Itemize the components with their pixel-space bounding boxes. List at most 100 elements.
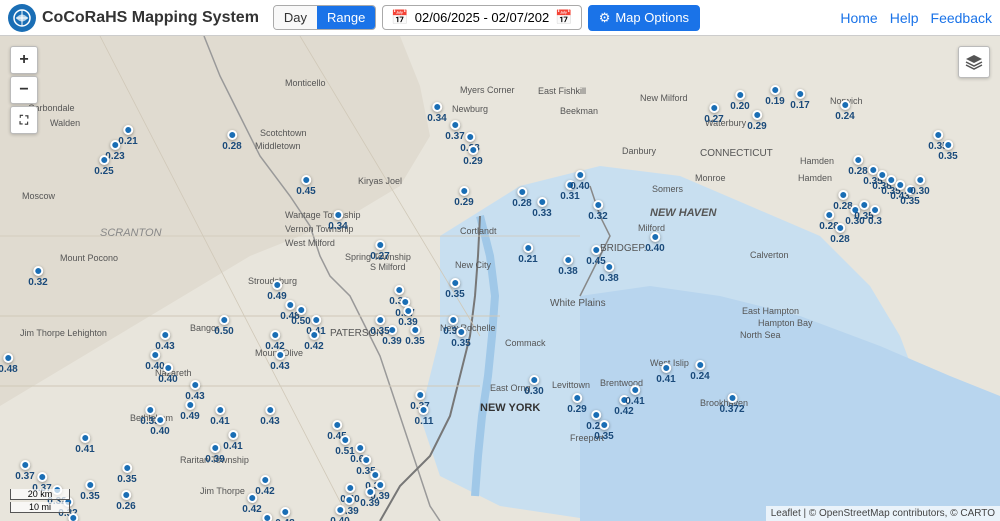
- data-point[interactable]: 0.39: [360, 487, 379, 509]
- data-point[interactable]: 0.41: [75, 433, 94, 455]
- data-point[interactable]: 0.45: [296, 175, 315, 197]
- data-point[interactable]: 0.34: [427, 102, 446, 124]
- data-point[interactable]: 0.42: [242, 493, 261, 515]
- date-range-picker[interactable]: 📅 02/06/2025 - 02/07/202 📅: [382, 5, 581, 30]
- data-point[interactable]: 0.33: [532, 197, 551, 219]
- day-button[interactable]: Day: [274, 6, 317, 29]
- data-value: 0.35: [405, 336, 424, 347]
- data-dot: [228, 430, 238, 440]
- data-point[interactable]: 0.26: [63, 513, 82, 521]
- data-point[interactable]: 0.11: [415, 405, 434, 427]
- data-point[interactable]: 0.38: [558, 255, 577, 277]
- data-point[interactable]: 0.48: [0, 353, 18, 375]
- data-point[interactable]: 0.43: [155, 330, 174, 352]
- data-dot: [80, 433, 90, 443]
- data-point[interactable]: 0.32: [28, 266, 47, 288]
- data-dot: [190, 380, 200, 390]
- data-point[interactable]: 0.27: [704, 103, 723, 125]
- data-point[interactable]: 0.29: [454, 186, 473, 208]
- zoom-out-button[interactable]: −: [10, 76, 38, 104]
- data-point[interactable]: 0.41: [210, 405, 229, 427]
- data-point[interactable]: 0.30: [524, 375, 543, 397]
- data-point[interactable]: 0.28: [512, 187, 531, 209]
- data-point[interactable]: 0.40: [150, 415, 169, 437]
- data-point[interactable]: 0.40: [330, 505, 349, 521]
- data-point[interactable]: 0.29: [567, 393, 586, 415]
- data-point[interactable]: 0.35: [938, 140, 957, 162]
- data-point[interactable]: 0.28: [222, 130, 241, 152]
- svg-text:Moscow: Moscow: [22, 191, 56, 201]
- data-dot: [448, 315, 458, 325]
- layers-button[interactable]: [958, 46, 990, 78]
- data-point[interactable]: 0.35: [117, 463, 136, 485]
- data-point[interactable]: 0.43: [185, 380, 204, 402]
- data-point[interactable]: 0.30: [910, 175, 929, 197]
- data-value: 0.27: [704, 114, 723, 125]
- svg-text:East Hampton: East Hampton: [742, 306, 799, 316]
- home-link[interactable]: Home: [840, 10, 877, 26]
- range-button[interactable]: Range: [317, 6, 375, 29]
- data-point[interactable]: 0.39: [205, 443, 224, 465]
- data-value: 0.24: [835, 111, 854, 122]
- data-point[interactable]: 0.28: [830, 223, 849, 245]
- help-link[interactable]: Help: [890, 10, 919, 26]
- data-point[interactable]: 0.35: [370, 315, 389, 337]
- fullscreen-button[interactable]: ⛶: [10, 106, 38, 134]
- data-point[interactable]: 0.43: [270, 350, 289, 372]
- data-point[interactable]: 0.35: [405, 325, 424, 347]
- data-point[interactable]: 0.35: [594, 420, 613, 442]
- data-point[interactable]: 0.42: [265, 330, 284, 352]
- data-value: 0.40: [645, 243, 664, 254]
- data-point[interactable]: 0.41: [656, 363, 675, 385]
- data-dot: [450, 120, 460, 130]
- data-point[interactable]: 0.27: [370, 240, 389, 262]
- data-point[interactable]: 0.38: [599, 262, 618, 284]
- data-point[interactable]: 0.49: [267, 280, 286, 302]
- data-point[interactable]: 0.50: [214, 315, 233, 337]
- data-point[interactable]: 0.42: [304, 330, 323, 352]
- data-point[interactable]: 0.24: [835, 100, 854, 122]
- data-dot: [575, 170, 585, 180]
- zoom-in-button[interactable]: +: [10, 46, 38, 74]
- data-point[interactable]: 0.29: [747, 110, 766, 132]
- map-container[interactable]: SCRANTON NEW HAVEN CONNECTICUT BRIDGEP..…: [0, 36, 1000, 521]
- data-dot: [943, 140, 953, 150]
- data-point[interactable]: 0.24: [690, 360, 709, 382]
- data-point[interactable]: 0.43: [260, 405, 279, 427]
- data-point[interactable]: 0.40: [158, 363, 177, 385]
- data-point[interactable]: 0.40: [570, 170, 589, 192]
- data-point[interactable]: 0.29: [463, 145, 482, 167]
- data-point[interactable]: 0.35: [451, 327, 470, 349]
- data-value: 0.34: [427, 113, 446, 124]
- data-point[interactable]: 0.35: [80, 480, 99, 502]
- svg-text:Hamden: Hamden: [798, 173, 832, 183]
- data-point[interactable]: 0.49: [180, 400, 199, 422]
- data-point[interactable]: 0.35: [445, 278, 464, 300]
- data-value: 0.19: [765, 96, 784, 107]
- data-point[interactable]: 0.40: [257, 513, 276, 521]
- data-point[interactable]: 0.20: [730, 90, 749, 112]
- feedback-link[interactable]: Feedback: [931, 10, 992, 26]
- data-point[interactable]: 0.32: [588, 200, 607, 222]
- data-point[interactable]: 0.19: [765, 85, 784, 107]
- data-point[interactable]: 0.21: [518, 243, 537, 265]
- data-point[interactable]: 0.372: [719, 393, 744, 415]
- data-point[interactable]: 0.3: [868, 205, 882, 227]
- data-value: 0.35: [594, 431, 613, 442]
- data-dot: [123, 125, 133, 135]
- data-point[interactable]: 0.40: [645, 232, 664, 254]
- data-point[interactable]: 0.48: [275, 507, 294, 521]
- data-value: 0.29: [454, 197, 473, 208]
- data-point[interactable]: 0.34: [328, 210, 347, 232]
- data-point[interactable]: 0.41: [223, 430, 242, 452]
- data-dot: [752, 110, 762, 120]
- data-point[interactable]: 0.26: [116, 490, 135, 512]
- data-point[interactable]: 0.25: [94, 155, 113, 177]
- data-dot: [85, 480, 95, 490]
- data-dot: [459, 186, 469, 196]
- data-point[interactable]: 0.17: [790, 89, 809, 111]
- svg-text:Calverton: Calverton: [750, 250, 789, 260]
- data-point[interactable]: 0.41: [625, 385, 644, 407]
- data-value: 0.50: [214, 326, 233, 337]
- map-options-button[interactable]: ⚙ Map Options: [588, 5, 700, 31]
